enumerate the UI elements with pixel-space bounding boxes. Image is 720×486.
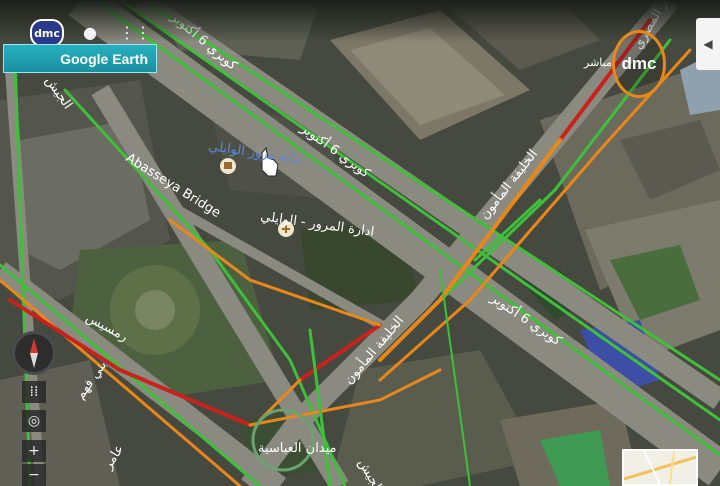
dmc-logo: dmc [612, 30, 666, 98]
live-label: مباشر [584, 56, 612, 69]
minimap-roads [624, 451, 696, 484]
label-abbasseya-square: ميدان العباسية [258, 441, 337, 456]
zoom-out-button[interactable]: − [22, 464, 46, 486]
top-overlay-strip [0, 0, 720, 42]
target-icon: ◎ [27, 413, 41, 429]
minimap[interactable] [622, 449, 698, 486]
apps-grid-icon[interactable]: ⋮⋮ [119, 22, 151, 42]
locate-button[interactable]: ◎ [22, 410, 46, 432]
google-earth-banner: Google Earth [3, 44, 157, 73]
layers-grid-button[interactable]: ⁞⁞ [22, 381, 46, 403]
chevron-left-icon: ◀ [703, 37, 713, 51]
zoom-in-button[interactable]: + [22, 440, 46, 462]
channel-badge: dmc [30, 19, 64, 47]
compass-needle [30, 338, 38, 368]
compass-icon[interactable] [12, 331, 56, 375]
notification-icon[interactable]: ● [80, 22, 100, 42]
collapse-panel-button[interactable]: ◀ [696, 18, 720, 70]
